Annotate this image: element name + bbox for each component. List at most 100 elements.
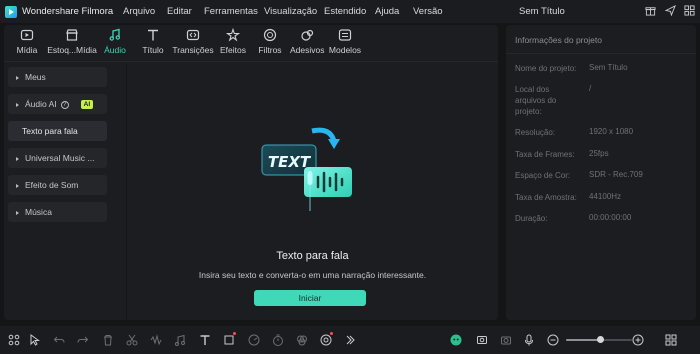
sidebar-item-label: Meus [25, 72, 46, 82]
tab-label: Mídia [16, 45, 38, 55]
tab-label: Transições [172, 45, 214, 55]
info-key: Taxa de Frames: [515, 150, 575, 159]
layout-icon[interactable] [8, 334, 20, 346]
sidebar-item-audio-ai[interactable]: Áudio AI? AI [8, 94, 107, 114]
audio-icon[interactable] [174, 334, 186, 346]
notification-dot [233, 332, 236, 335]
filter-icon [263, 28, 277, 42]
effects-icon [225, 27, 241, 42]
menu-ferramentas[interactable]: Ferramentas [204, 6, 258, 17]
sidebar-item-universal-music[interactable]: Universal Music ... [8, 148, 107, 168]
expand-arrow-icon [16, 75, 19, 80]
sidebar-item-meus[interactable]: Meus [8, 67, 107, 87]
menu-estendido[interactable]: Estendido [324, 6, 366, 17]
tab-filtros[interactable]: Filtros [256, 28, 284, 60]
send-icon[interactable] [664, 4, 676, 17]
tab-audio[interactable]: Áudio [102, 28, 128, 60]
feature-title: Texto para fala [276, 250, 349, 262]
project-info-title: Informações do projeto [515, 35, 602, 45]
info-key: Nome do projeto: [515, 64, 577, 73]
info-value: Sem Título [589, 63, 628, 72]
sidebar-item-label: Texto para fala [22, 126, 78, 136]
project-info-panel: Informações do projeto Nome do projeto: … [506, 25, 696, 320]
cut-icon[interactable] [126, 334, 138, 346]
library-tabs: Mídia Estoq...Mídia Áudio Título Transiç… [4, 25, 498, 62]
sidebar-item-label: Universal Music ... [25, 153, 95, 163]
sidebar-item-musica[interactable]: Música [8, 202, 107, 222]
color-icon[interactable] [296, 334, 308, 346]
media-icon [20, 28, 34, 42]
gift-icon[interactable] [644, 5, 656, 17]
tab-midia[interactable]: Mídia [12, 28, 42, 60]
music-note-icon [108, 28, 122, 42]
tab-label: Efeitos [220, 45, 246, 55]
tab-modelos[interactable]: Modelos [328, 28, 362, 60]
tab-label: Áudio [104, 45, 126, 55]
info-key: Duração: [515, 214, 548, 223]
record-icon[interactable] [476, 334, 488, 346]
crop-icon[interactable] [223, 334, 235, 346]
info-value: 00:00:00:00 [589, 213, 632, 222]
zoom-out-icon[interactable] [547, 334, 559, 346]
template-icon [338, 28, 352, 42]
sidebar-item-texto-para-fala[interactable]: Texto para fala [8, 121, 107, 141]
mic-icon[interactable] [523, 334, 535, 346]
text-icon[interactable] [199, 334, 211, 346]
timer-icon[interactable] [272, 334, 284, 346]
filmora-logo-icon [5, 5, 17, 18]
info-key: Espaço de Cor: [515, 171, 571, 180]
tab-efeitos[interactable]: Efeitos [218, 27, 248, 60]
menu-ajuda[interactable]: Ajuda [375, 6, 399, 17]
snapshot-icon[interactable] [500, 334, 512, 346]
undo-icon[interactable] [53, 334, 65, 346]
expand-arrow-icon [16, 102, 19, 107]
info-value: SDR - Rec.709 [589, 170, 643, 179]
split-audio-icon[interactable] [150, 334, 162, 346]
avatar-icon[interactable] [450, 334, 462, 346]
select-icon[interactable] [29, 334, 41, 346]
start-button[interactable]: Iniciar [254, 290, 366, 306]
expand-arrow-icon [16, 210, 19, 215]
tab-adesivos[interactable]: Adesivos [290, 28, 325, 60]
title-t-icon [146, 28, 160, 42]
zoom-in-icon[interactable] [632, 334, 644, 346]
info-icon[interactable]: ? [60, 100, 69, 109]
grid-menu-icon[interactable] [683, 5, 695, 17]
tab-label: Adesivos [290, 45, 325, 55]
menu-versao[interactable]: Versão [413, 6, 443, 17]
menu-visualizacao[interactable]: Visualização [264, 6, 317, 17]
timeline-toolbar [0, 326, 700, 354]
tab-label: Filtros [258, 45, 282, 55]
info-key: Local dos arquivos do projeto: [515, 85, 557, 116]
zoom-slider-fill [566, 339, 601, 341]
expand-arrow-icon [16, 183, 19, 188]
tab-transicoes[interactable]: Transições [172, 28, 214, 60]
notification-dot [330, 332, 333, 335]
tab-label: Modelos [328, 45, 362, 55]
tab-label: Estoq...Mídia [47, 45, 97, 55]
redo-icon[interactable] [77, 334, 89, 346]
grid-icon[interactable] [665, 334, 677, 346]
transition-icon [186, 28, 200, 42]
info-value: 25fps [589, 149, 609, 158]
zoom-slider-handle[interactable] [596, 336, 604, 343]
more-icon[interactable] [344, 334, 356, 346]
info-value: 44100Hz [589, 192, 622, 201]
tab-titulo[interactable]: Título [140, 28, 166, 60]
document-title: Sem Título [519, 6, 565, 17]
info-key: Resolução: [515, 128, 556, 137]
text-to-speech-illustration: TEXT [260, 125, 360, 217]
menu-arquivo[interactable]: Arquivo [123, 6, 155, 17]
ai-icon[interactable] [320, 334, 332, 346]
library-panel: Mídia Estoq...Mídia Áudio Título Transiç… [4, 25, 498, 320]
expand-arrow-icon [16, 156, 19, 161]
sidebar-item-efeito-de-som[interactable]: Efeito de Som [8, 175, 107, 195]
text-to-speech-content: TEXT Texto para fala Insira seu texto e … [127, 63, 498, 320]
divider [506, 53, 696, 54]
delete-icon[interactable] [102, 334, 114, 346]
speed-icon[interactable] [248, 334, 260, 346]
menu-editar[interactable]: Editar [167, 6, 192, 17]
feature-description: Insira seu texto e converta-o em uma nar… [198, 270, 427, 280]
sidebar-item-label: Efeito de Som [25, 180, 79, 190]
tab-estoque-midia[interactable]: Estoq...Mídia [46, 28, 98, 60]
